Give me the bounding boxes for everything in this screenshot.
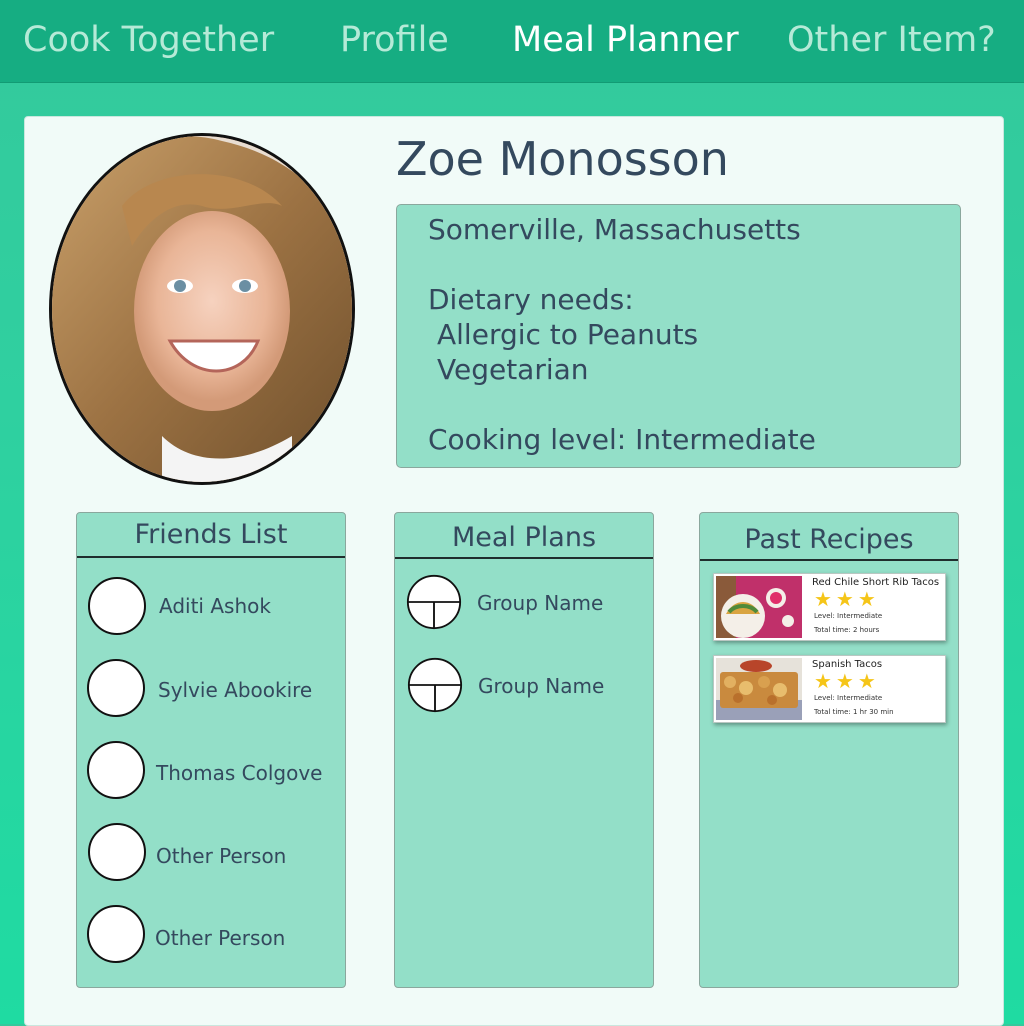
location-text: Somerville, Massachusetts	[428, 213, 801, 246]
friend-name[interactable]: Other Person	[155, 926, 285, 950]
group-name[interactable]: Group Name	[478, 674, 604, 698]
friend-name[interactable]: Other Person	[156, 844, 286, 868]
friend-name[interactable]: Thomas Colgove	[156, 761, 322, 785]
group-name[interactable]: Group Name	[477, 591, 603, 615]
friend-name[interactable]: Sylvie Abookire	[158, 678, 312, 702]
panel-divider	[77, 556, 345, 558]
nav-meal-planner[interactable]: Meal Planner	[512, 17, 739, 63]
dietary-need-item: Allergic to Peanuts	[437, 318, 699, 351]
friends-list-title: Friends List	[134, 519, 288, 550]
profile-info-box: Somerville, Massachusetts Dietary needs:…	[396, 204, 961, 468]
profile-photo	[49, 133, 355, 485]
friend-name[interactable]: Aditi Ashok	[159, 594, 271, 618]
meal-plans-title: Meal Plans	[451, 522, 597, 553]
recipe-time: Total time: 2 hours	[814, 626, 880, 634]
recipe-time: Total time: 1 hr 30 min	[814, 708, 894, 716]
dietary-need-item: Vegetarian	[437, 353, 589, 386]
star-rating: ★★★	[814, 587, 880, 611]
recipe-thumbnail	[716, 658, 802, 720]
recipe-level: Level: Intermediate	[814, 694, 883, 702]
group-icon[interactable]	[407, 657, 463, 713]
recipe-level: Level: Intermediate	[814, 612, 883, 620]
cooking-level-text: Cooking level: Intermediate	[428, 423, 816, 456]
nav-cook-together[interactable]: Cook Together	[23, 17, 274, 63]
nav-profile[interactable]: Profile	[340, 17, 449, 63]
recipe-card[interactable]: Red Chile Short Rib Tacos ★★★ Level: Int…	[713, 573, 946, 641]
friend-avatar[interactable]	[87, 741, 145, 799]
dietary-heading: Dietary needs:	[428, 283, 634, 316]
profile-name: Zoe Monosson	[396, 132, 729, 186]
past-recipes-title: Past Recipes	[744, 524, 914, 555]
panel-divider	[700, 559, 958, 561]
star-rating: ★★★	[814, 669, 880, 693]
profile-photo-image	[52, 136, 352, 482]
group-icon[interactable]	[406, 574, 462, 630]
friend-avatar[interactable]	[87, 905, 145, 963]
nav-other-item[interactable]: Other Item?	[787, 17, 996, 63]
friend-avatar[interactable]	[88, 823, 146, 881]
recipe-card[interactable]: Spanish Tacos ★★★ Level: Intermediate To…	[713, 655, 946, 723]
friend-avatar[interactable]	[88, 577, 146, 635]
friend-avatar[interactable]	[87, 659, 145, 717]
recipe-thumbnail	[716, 576, 802, 638]
top-nav: Cook Together Profile Meal Planner Other…	[0, 0, 1024, 83]
panel-divider	[395, 557, 653, 559]
